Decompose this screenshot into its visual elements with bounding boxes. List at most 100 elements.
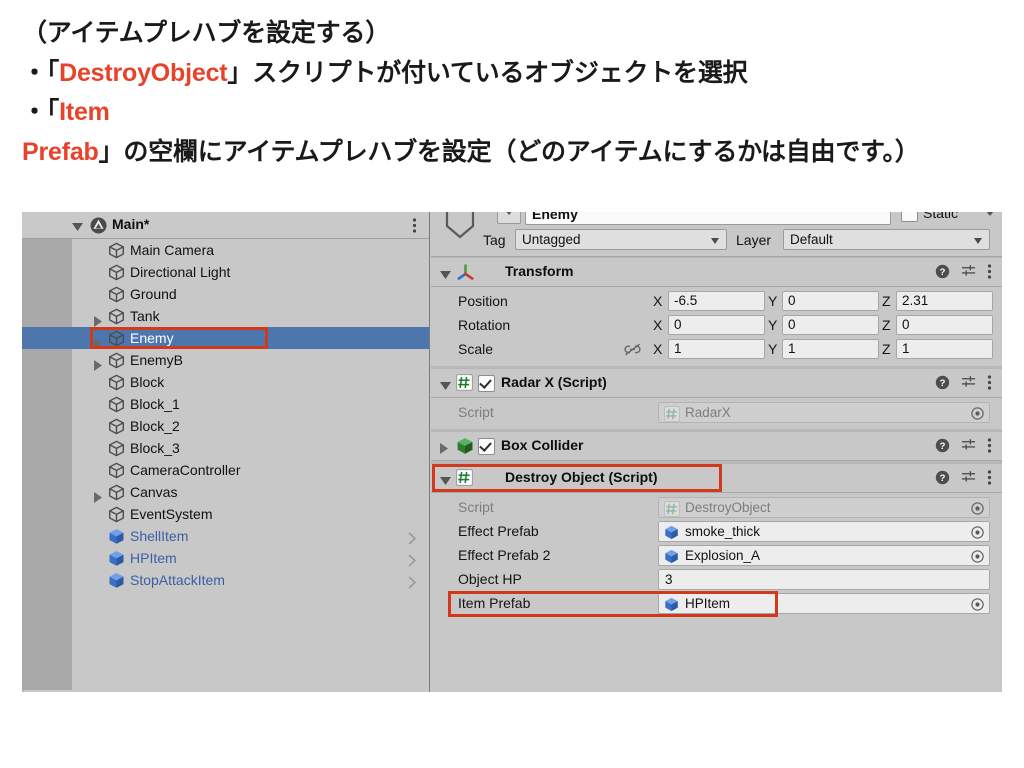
hierarchy-item-shellitem[interactable]: ShellItem [22, 525, 429, 547]
hierarchy-item-block[interactable]: Block [22, 371, 429, 393]
scene-name-label: Main* [112, 216, 150, 232]
gameobject-header: Enemy Static Tag Untagged Layer Default [431, 212, 1002, 257]
kebab-menu-icon[interactable] [987, 470, 992, 488]
object-picker-icon[interactable] [970, 549, 985, 567]
hierarchy-item-tank[interactable]: Tank [22, 305, 429, 327]
svg-text:?: ? [940, 473, 946, 484]
rotation-z-input[interactable]: 0 [896, 315, 993, 335]
gameobject-enabled-dropdown[interactable] [497, 212, 521, 224]
field-row-position: Position X -6.5 Y 0 Z 2.31 [431, 290, 1002, 314]
axis-label-z: Z [882, 293, 891, 309]
component-enabled-checkbox[interactable] [478, 438, 495, 455]
kebab-menu-icon[interactable] [987, 438, 992, 456]
component-header-actions: ? [935, 264, 992, 282]
gameobject-name-value: Enemy [532, 212, 578, 222]
rotation-y-input[interactable]: 0 [782, 315, 879, 335]
position-x-input[interactable]: -6.5 [668, 291, 765, 311]
help-icon[interactable]: ? [935, 375, 950, 393]
bullet-1-suffix: 」スクリプトが付いているオブジェクトを選択 [227, 58, 748, 87]
object-field-value: Explosion_A [685, 548, 761, 563]
rotation-x-input[interactable]: 0 [668, 315, 765, 335]
axis-label-y: Y [768, 293, 778, 309]
hierarchy-item-cameracontroller[interactable]: CameraController [22, 459, 429, 481]
hierarchy-item-main-camera[interactable]: Main Camera [22, 239, 429, 261]
help-icon[interactable]: ? [935, 470, 950, 488]
hierarchy-item-canvas[interactable]: Canvas [22, 481, 429, 503]
prefab-cube-icon [664, 549, 679, 567]
prefab-cube-icon [664, 597, 679, 615]
hierarchy-item-hpitem[interactable]: HPItem [22, 547, 429, 569]
hierarchy-item-label: Block_1 [130, 396, 180, 412]
scale-link-off-icon[interactable] [624, 343, 641, 359]
hierarchy-item-label: Ground [130, 286, 177, 302]
triangle-down-icon[interactable] [440, 474, 451, 489]
field-value: 1 [788, 341, 796, 356]
preset-icon[interactable] [961, 470, 976, 488]
component-header-box-collider[interactable]: Box Collider? [431, 431, 1002, 461]
object-picker-icon[interactable] [970, 501, 985, 519]
hierarchy-item-stopattackitem[interactable]: StopAttackItem [22, 569, 429, 591]
triangle-down-icon[interactable] [72, 220, 83, 235]
object-picker-icon[interactable] [970, 406, 985, 424]
component-header-actions: ? [935, 470, 992, 488]
hierarchy-item-directional-light[interactable]: Directional Light [22, 261, 429, 283]
layer-dropdown[interactable]: Default [783, 229, 990, 250]
field-row-scale: Scale X 1 Y 1 Z 1 [431, 338, 1002, 362]
static-checkbox[interactable] [901, 212, 918, 222]
hierarchy-item-enemy[interactable]: Enemy [22, 327, 429, 349]
tag-dropdown[interactable]: Untagged [515, 229, 727, 250]
scale-z-input[interactable]: 1 [896, 339, 993, 359]
hierarchy-item-ground[interactable]: Ground [22, 283, 429, 305]
effect-prefab-2-object-field[interactable]: Explosion_A [658, 545, 990, 566]
component-enabled-checkbox[interactable] [478, 375, 495, 392]
unity-logo-icon [90, 217, 107, 237]
help-icon[interactable]: ? [935, 264, 950, 282]
static-dropdown-icon[interactable] [986, 212, 994, 216]
preset-icon[interactable] [961, 264, 976, 282]
position-z-input[interactable]: 2.31 [896, 291, 993, 311]
field-value: 0 [788, 317, 796, 332]
component-header-transform[interactable]: Transform? [431, 257, 1002, 287]
component-header-radar-x-script-[interactable]: Radar X (Script)? [431, 368, 1002, 398]
unity-editor-screenshot: Main* Main Camera Directional Light Ground… [22, 212, 1002, 692]
hierarchy-item-eventsystem[interactable]: EventSystem [22, 503, 429, 525]
script-object-field[interactable]: RadarX [658, 402, 990, 423]
field-row-effect-prefab-2: Effect Prefab 2 Explosion_A [431, 544, 1002, 568]
object-picker-icon[interactable] [970, 525, 985, 543]
hierarchy-item-block-1[interactable]: Block_1 [22, 393, 429, 415]
kebab-menu-icon[interactable] [987, 375, 992, 393]
chevron-right-icon[interactable] [408, 573, 417, 595]
help-icon[interactable]: ? [935, 438, 950, 456]
hierarchy-item-block-3[interactable]: Block_3 [22, 437, 429, 459]
script-object-field[interactable]: DestroyObject [658, 497, 990, 518]
object-field-value: smoke_thick [685, 524, 761, 539]
object-picker-icon[interactable] [970, 597, 985, 615]
object-field-value: HPItem [685, 596, 731, 611]
scale-x-input[interactable]: 1 [668, 339, 765, 359]
field-value: 1 [674, 341, 682, 356]
preset-icon[interactable] [961, 438, 976, 456]
kebab-menu-icon[interactable] [412, 218, 417, 236]
preset-icon[interactable] [961, 375, 976, 393]
component-header-destroy-object-script-[interactable]: Destroy Object (Script)? [431, 463, 1002, 493]
field-value: 0 [674, 317, 682, 332]
item-prefab-object-field[interactable]: HPItem [658, 593, 990, 614]
scale-y-input[interactable]: 1 [782, 339, 879, 359]
field-label: Effect Prefab [458, 523, 539, 539]
triangle-down-icon[interactable] [440, 268, 451, 283]
component-header-actions: ? [935, 375, 992, 393]
box-collider-icon [456, 437, 474, 458]
hierarchy-item-enemyb[interactable]: EnemyB [22, 349, 429, 371]
svg-text:?: ? [940, 267, 946, 278]
position-y-input[interactable]: 0 [782, 291, 879, 311]
gameobject-name-field[interactable]: Enemy [525, 212, 891, 225]
field-value: 3 [665, 572, 673, 587]
triangle-right-icon[interactable] [440, 442, 449, 457]
effect-prefab-object-field[interactable]: smoke_thick [658, 521, 990, 542]
hierarchy-scene-header[interactable]: Main* [22, 212, 429, 239]
object-hp-input[interactable]: 3 [658, 569, 990, 590]
csharp-script-icon [664, 501, 680, 520]
hierarchy-item-block-2[interactable]: Block_2 [22, 415, 429, 437]
triangle-down-icon[interactable] [440, 379, 451, 394]
kebab-menu-icon[interactable] [987, 264, 992, 282]
